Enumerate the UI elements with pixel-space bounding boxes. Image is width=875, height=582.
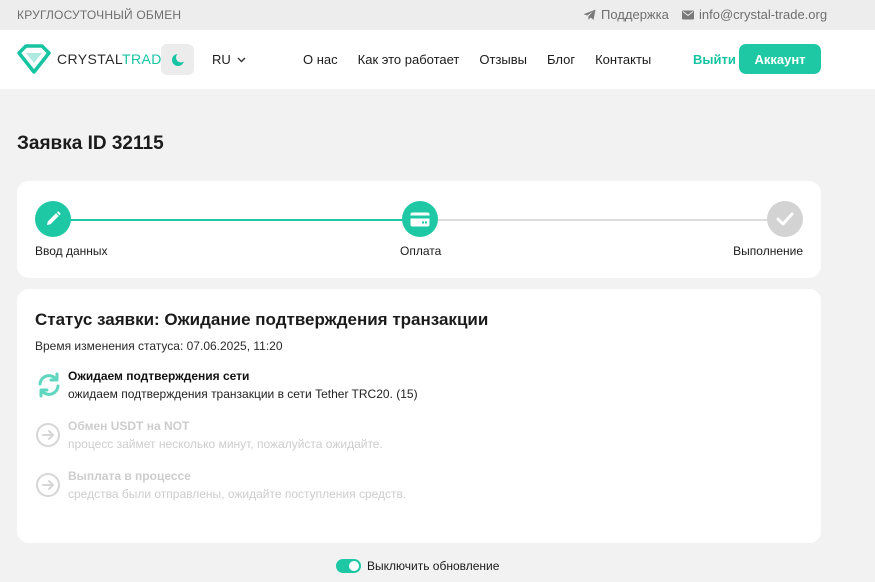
step-3-circle bbox=[767, 201, 803, 237]
status-item-payout: Выплата в процессе средства были отправл… bbox=[35, 469, 795, 505]
support-link[interactable]: Поддержка bbox=[583, 7, 669, 22]
arrow-right-circle-icon bbox=[36, 473, 60, 497]
email-link[interactable]: info@crystal-trade.org bbox=[682, 7, 827, 22]
email-label: info@crystal-trade.org bbox=[699, 7, 828, 22]
status-item-network: Ожидаем подтверждения сети ожидаем подтв… bbox=[35, 369, 795, 405]
check-icon bbox=[776, 212, 794, 226]
crystal-logo-icon bbox=[17, 44, 51, 74]
language-select[interactable]: RU bbox=[212, 52, 246, 67]
nav-about[interactable]: О нас bbox=[303, 52, 338, 67]
account-button[interactable]: Аккаунт bbox=[739, 44, 821, 74]
step-3-label: Выполнение bbox=[733, 244, 803, 258]
step-1-circle bbox=[35, 201, 71, 237]
progress-track-done bbox=[53, 219, 420, 221]
status-item-title: Ожидаем подтверждения сети bbox=[68, 369, 250, 383]
tagline: КРУГЛОСУТОЧНЫЙ ОБМЕН bbox=[17, 8, 182, 22]
top-bar: КРУГЛОСУТОЧНЫЙ ОБМЕН Поддержка info@crys… bbox=[0, 0, 875, 30]
progress-stepper: Ввод данных Оплата Выполнение bbox=[17, 181, 821, 278]
language-value: RU bbox=[212, 52, 231, 67]
nav-reviews[interactable]: Отзывы bbox=[479, 52, 527, 67]
page-title: Заявка ID 32115 bbox=[17, 133, 164, 154]
header: CRYSTALTRADE RU О нас Как это работает О… bbox=[0, 30, 875, 89]
logo-text: CRYSTALTRADE bbox=[57, 51, 172, 67]
sync-icon bbox=[38, 372, 60, 398]
step-2-label: Оплата bbox=[400, 244, 442, 258]
status-time: Время изменения статуса: 07.06.2025, 11:… bbox=[35, 339, 283, 353]
status-item-desc: средства были отправлены, ожидайте посту… bbox=[68, 487, 407, 501]
card-icon bbox=[410, 212, 430, 226]
logo-part-1: CRYSTAL bbox=[57, 51, 123, 67]
theme-toggle-button[interactable] bbox=[161, 44, 194, 75]
auto-update-toggle-row: Выключить обновление bbox=[336, 559, 499, 573]
nav-blog[interactable]: Блог bbox=[547, 52, 575, 67]
status-card: Статус заявки: Ожидание подтверждения тр… bbox=[17, 289, 821, 543]
status-item-title: Обмен USDT на NOT bbox=[68, 419, 190, 433]
support-label: Поддержка bbox=[601, 7, 669, 22]
nav-contacts[interactable]: Контакты bbox=[595, 52, 651, 67]
main-nav: О нас Как это работает Отзывы Блог Конта… bbox=[303, 52, 671, 67]
nav-how-it-works[interactable]: Как это работает bbox=[358, 52, 460, 67]
logo[interactable]: CRYSTALTRADE bbox=[17, 44, 172, 74]
arrow-right-circle-icon bbox=[36, 423, 60, 447]
auto-update-label[interactable]: Выключить обновление bbox=[367, 559, 499, 573]
pencil-icon bbox=[47, 211, 61, 225]
step-1-label: Ввод данных bbox=[35, 244, 108, 258]
status-item-title: Выплата в процессе bbox=[68, 469, 191, 483]
step-2-circle bbox=[402, 201, 438, 237]
mail-icon bbox=[682, 10, 694, 19]
logout-link[interactable]: Выйти bbox=[693, 52, 736, 67]
auto-update-toggle[interactable] bbox=[336, 559, 361, 573]
status-item-desc: ожидаем подтверждения транзакции в сети … bbox=[68, 387, 418, 401]
status-title: Статус заявки: Ожидание подтверждения тр… bbox=[35, 310, 489, 329]
chevron-down-icon bbox=[237, 57, 246, 62]
status-item-exchange: Обмен USDT на NOT процесс займет несколь… bbox=[35, 419, 795, 455]
progress-track-pending bbox=[438, 219, 787, 221]
telegram-icon bbox=[583, 9, 596, 20]
status-item-desc: процесс займет несколько минут, пожалуйс… bbox=[68, 437, 383, 451]
moon-icon bbox=[171, 52, 186, 66]
toggle-knob bbox=[349, 561, 359, 571]
